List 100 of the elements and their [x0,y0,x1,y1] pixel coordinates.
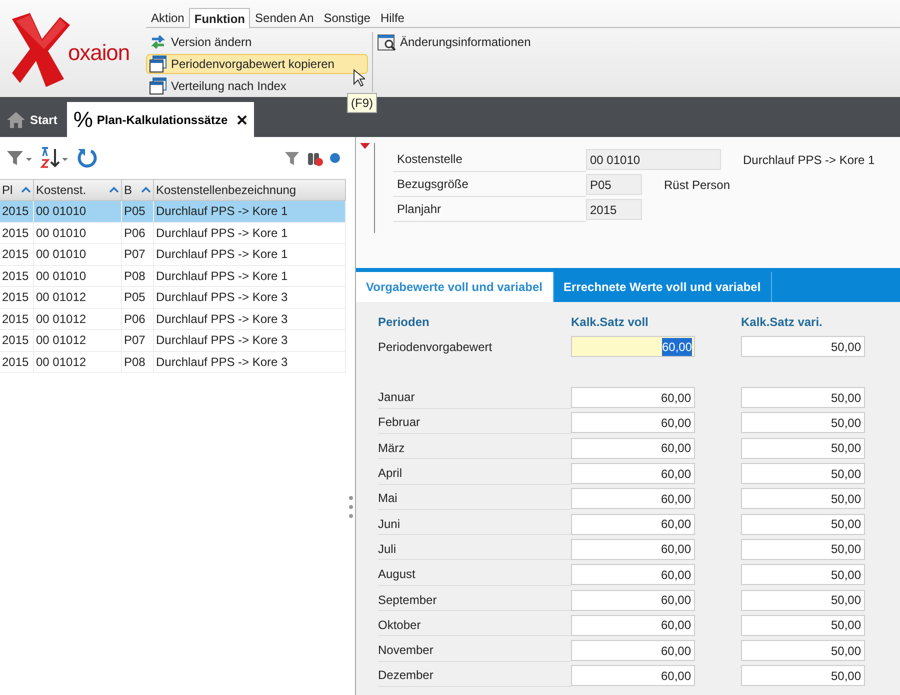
input-field[interactable]: 60,00 [571,665,695,686]
swap-arrows-icon [149,33,167,51]
month-label: Januar [378,386,571,409]
table-row[interactable]: 2015 00 01012 P05 Durchlauf PPS -> Kore 3 [0,287,346,308]
window-icon [149,77,167,95]
input-field[interactable]: 60,00 [571,488,695,510]
table-row[interactable]: 2015 00 01010 P05 Durchlauf PPS -> Kore 1 [0,201,346,222]
input-field[interactable]: 60,00 [571,564,695,586]
input-field[interactable]: 60,00 [571,387,695,408]
column-header[interactable]: Kostenstellenbezeichnung [154,180,346,200]
refresh-icon[interactable] [76,147,98,169]
splitter-handle-icon[interactable] [348,495,352,519]
input-field[interactable]: 50,00 [741,438,865,459]
month-label: Mai [378,488,571,510]
menu-tab[interactable]: Hilfe [375,8,410,27]
table-row[interactable]: 2015 00 01010 P06 Durchlauf PPS -> Kore 1 [0,222,346,244]
column-header[interactable]: Kostenst. [34,180,122,200]
read-only-field: P05 [586,174,642,195]
input-field[interactable]: 60,00 [571,412,695,434]
table-cell: 2015 [0,201,34,222]
input-field[interactable]: 50,00 [741,514,865,535]
field-description: Rüst Person [664,176,730,194]
month-label: November [378,640,571,662]
collapse-triangle-icon[interactable] [360,143,370,149]
filter-icon[interactable] [284,150,300,166]
table-cell: 2015 [0,352,34,372]
sort-dropdown-icon[interactable] [40,147,70,169]
table-cell: P07 [122,330,154,350]
table-cell: 2015 [0,308,34,329]
detail-tab[interactable]: Vorgabewerte voll und variabel [356,272,554,302]
month-label: Dezember [378,664,571,687]
input-field[interactable]: 50,00 [741,564,865,586]
month-label: März [378,437,571,460]
month-label: April [378,462,571,485]
table-cell: P07 [122,244,154,264]
ribbon-button[interactable]: Version ändern [146,32,368,52]
table-cell: P05 [122,287,154,308]
input-field[interactable]: 50,00 [741,387,865,408]
input-field[interactable]: 50,00 [741,538,865,560]
table-cell: P08 [122,266,154,286]
input-field[interactable]: 50,00 [741,463,865,484]
table-row[interactable]: 2015 00 01010 P07 Durchlauf PPS -> Kore 1 [0,244,346,266]
table-cell: 2015 [0,222,34,243]
table-row[interactable]: 2015 00 01010 P08 Durchlauf PPS -> Kore 1 [0,266,346,287]
column-header[interactable]: Pl [0,180,34,200]
input-field[interactable]: 50,00 [741,336,865,357]
month-label: Februar [378,412,571,434]
table-cell: Durchlauf PPS -> Kore 3 [154,287,346,308]
filter-dropdown-icon[interactable] [6,149,34,167]
table-cell: Durchlauf PPS -> Kore 1 [154,266,346,286]
table-cell: 00 01010 [34,222,122,243]
field-label: Bezugsgröße [393,172,586,196]
input-field[interactable]: 50,00 [741,665,865,686]
ribbon-button[interactable]: Änderungsinformationen [377,32,531,52]
input-field[interactable]: 50,00 [741,590,865,611]
sort-caret-icon [21,187,31,193]
tooltip: (F9) [347,93,377,113]
input-field[interactable]: 60,00 [571,640,695,662]
column-heading: Kalk.Satz vari. [741,314,822,331]
table-cell: 00 01012 [34,308,122,329]
table-cell: 00 01012 [34,352,122,372]
input-field[interactable]: 60,00 [571,438,695,459]
table-cell: 00 01010 [34,244,122,264]
menu-tab[interactable]: Sonstige [318,8,376,27]
input-field[interactable]: 60,00 [571,463,695,484]
window-icon [149,55,167,73]
table-cell: 2015 [0,330,34,350]
read-only-field: 00 01010 [586,149,721,170]
month-label: September [378,589,571,612]
table-cell: 00 01010 [34,201,122,222]
mouse-cursor-icon [353,69,365,87]
table-cell: P05 [122,201,154,222]
close-icon[interactable] [236,114,248,126]
input-field[interactable]: 60,00 [571,336,695,357]
input-field[interactable]: 50,00 [741,412,865,434]
menu-tab[interactable]: Senden An [250,8,319,27]
table-cell: Durchlauf PPS -> Kore 1 [154,244,346,264]
column-heading: Kalk.Satz voll [571,314,650,331]
ribbon-button[interactable]: Periodenvorgabewert kopieren [146,54,368,74]
table-row[interactable]: 2015 00 01012 P06 Durchlauf PPS -> Kore 3 [0,308,346,330]
table-cell: 2015 [0,266,34,286]
input-field[interactable]: 60,00 [571,590,695,611]
input-field[interactable]: 50,00 [741,614,865,636]
percent-icon: % [73,103,93,136]
document-tab[interactable]: Start [0,102,64,137]
input-field[interactable]: 50,00 [741,488,865,510]
table-cell: 00 01010 [34,266,122,286]
input-field[interactable]: 60,00 [571,538,695,560]
table-cell: Durchlauf PPS -> Kore 1 [154,201,346,222]
input-field[interactable]: 50,00 [741,640,865,662]
menu-tab[interactable]: Aktion [146,8,190,27]
sort-caret-icon [141,187,151,193]
month-label: Juni [378,513,571,536]
input-field[interactable]: 60,00 [571,614,695,636]
menu-tab[interactable]: Funktion [189,8,250,28]
row-label: Periodenvorgabewert [378,338,494,356]
table-row[interactable]: 2015 00 01012 P07 Durchlauf PPS -> Kore 3 [0,330,346,352]
table-row[interactable]: 2015 00 01012 P08 Durchlauf PPS -> Kore 3 [0,352,346,373]
column-header[interactable]: B [122,180,154,200]
input-field[interactable]: 60,00 [571,514,695,535]
